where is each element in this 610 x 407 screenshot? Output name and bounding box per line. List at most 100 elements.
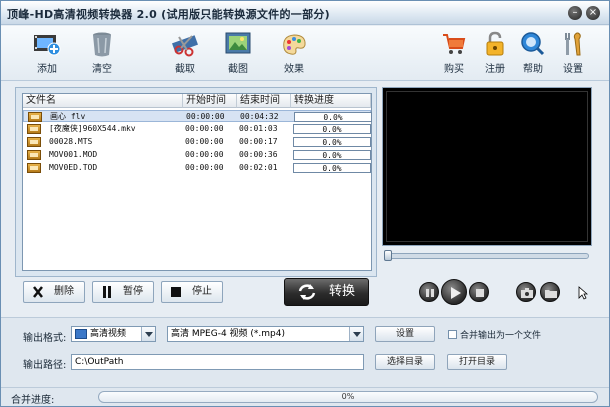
trash-can-icon: [93, 32, 111, 57]
picture-frame-icon: [225, 32, 251, 54]
snapshot-button[interactable]: [516, 282, 536, 302]
add-label: 添加: [37, 64, 57, 75]
format-settings-button[interactable]: 设置: [375, 326, 435, 342]
output-category-select[interactable]: 高清视频: [71, 326, 156, 342]
buy-button[interactable]: 购买: [432, 30, 476, 78]
row-filename: [夜魔侠]960X544.mkv: [49, 124, 136, 133]
merge-progress-label: 合并进度:: [11, 395, 55, 406]
output-path-field[interactable]: C:\OutPath: [71, 354, 364, 370]
row-progress: 0.0%: [293, 163, 371, 173]
table-row[interactable]: MOV001.MOD 00:00:00 00:00:36 0.0%: [23, 149, 371, 161]
row-end-time: 00:04:32: [240, 112, 279, 121]
output-format-select[interactable]: 高清 MPEG-4 视频 (*.mp4): [167, 326, 364, 342]
output-format-value: 高清 MPEG-4 视频 (*.mp4): [171, 329, 285, 339]
output-category-value: 高清视频: [90, 329, 127, 339]
toolbar: 添加 清空 截取 截图 效果 购买 注册 帮助 设置: [1, 26, 609, 81]
row-start-time: 00:00:00: [186, 112, 225, 121]
output-format-label: 输出格式:: [23, 333, 67, 344]
refresh-arrows-icon: [298, 284, 316, 300]
row-start-time: 00:00:00: [185, 150, 224, 159]
row-progress: 0.0%: [294, 112, 372, 122]
clip-label: 截取: [175, 64, 195, 75]
column-end-time[interactable]: 结束时间: [237, 94, 291, 108]
delete-x-icon: [33, 286, 43, 298]
file-list[interactable]: 文件名 开始时间 结束时间 转换进度 画心 flv 00:00:00 00:04…: [22, 93, 372, 271]
table-row[interactable]: [夜魔侠]960X544.mkv 00:00:00 00:01:03 0.0%: [23, 123, 371, 135]
window-title: 顶峰-HD高清视频转换器 2.0 (试用版只能转换源文件的一部分): [7, 8, 331, 21]
app-window: 顶峰-HD高清视频转换器 2.0 (试用版只能转换源文件的一部分) – × 添加…: [0, 0, 610, 407]
preview-screen: [386, 91, 588, 242]
video-file-icon: [27, 124, 41, 134]
minimize-button[interactable]: –: [568, 6, 582, 20]
row-filename: 00028.MTS: [49, 137, 93, 146]
column-start-time[interactable]: 开始时间: [183, 94, 237, 108]
scissors-film-icon: [172, 35, 198, 57]
choose-directory-button[interactable]: 选择目录: [375, 354, 435, 370]
player-pause-button[interactable]: [419, 282, 439, 302]
folder-icon: [545, 290, 557, 298]
pause-button[interactable]: 暂停: [92, 281, 154, 303]
stop-icon: [476, 289, 484, 297]
convert-button[interactable]: 转换: [284, 278, 369, 306]
status-bar: 合并进度: 0%: [1, 387, 609, 406]
video-file-icon: [27, 163, 41, 173]
row-progress: 0.0%: [293, 137, 371, 147]
effects-button[interactable]: 效果: [272, 30, 316, 78]
row-progress: 0.0%: [293, 150, 371, 160]
row-filename: 画心 flv: [50, 112, 86, 121]
video-file-icon: [27, 150, 41, 160]
close-button[interactable]: ×: [586, 6, 600, 20]
clip-button[interactable]: 截取: [163, 30, 207, 78]
clear-button[interactable]: 清空: [80, 30, 124, 78]
effects-palette-icon: [283, 34, 306, 55]
pause-icon: [426, 289, 434, 297]
merge-progress-bar: 0%: [98, 391, 598, 403]
table-row[interactable]: MOV0ED.TOD 00:00:00 00:02:01 0.0%: [23, 162, 371, 174]
row-end-time: 00:02:01: [239, 163, 278, 172]
camera-icon: [521, 288, 533, 298]
table-row[interactable]: 画心 flv 00:00:00 00:04:32 0.0%: [23, 110, 372, 122]
delete-label: 删除: [54, 286, 74, 297]
row-filename: MOV001.MOD: [49, 150, 98, 159]
buy-label: 购买: [444, 64, 464, 75]
stop-label: 停止: [192, 286, 212, 297]
row-end-time: 00:00:17: [239, 137, 278, 146]
video-file-icon: [27, 137, 41, 147]
shopping-cart-icon: [443, 34, 466, 54]
column-progress[interactable]: 转换进度: [291, 94, 371, 108]
settings-button[interactable]: 设置: [551, 30, 595, 78]
row-end-time: 00:01:03: [239, 124, 278, 133]
column-filename[interactable]: 文件名: [23, 94, 183, 108]
file-list-panel: 文件名 开始时间 结束时间 转换进度 画心 flv 00:00:00 00:04…: [15, 87, 377, 277]
open-directory-button[interactable]: 打开目录: [447, 354, 507, 370]
mouse-cursor-icon: [578, 286, 588, 300]
pause-label: 暂停: [123, 286, 143, 297]
row-start-time: 00:00:00: [185, 137, 224, 146]
pause-icon: [103, 286, 111, 298]
row-start-time: 00:00:00: [185, 124, 224, 133]
screenshot-button[interactable]: 截图: [216, 30, 260, 78]
help-label: 帮助: [523, 64, 543, 75]
play-icon: [451, 287, 461, 299]
wrench-screwdriver-icon: [565, 32, 581, 56]
player-stop-button[interactable]: [469, 282, 489, 302]
help-search-icon: [521, 32, 545, 56]
stop-button[interactable]: 停止: [161, 281, 223, 303]
video-preview: [382, 87, 592, 246]
merge-output-checkbox[interactable]: [448, 330, 457, 339]
convert-label: 转换: [329, 284, 356, 299]
delete-button[interactable]: 删除: [23, 281, 85, 303]
table-row[interactable]: 00028.MTS 00:00:00 00:00:17 0.0%: [23, 136, 371, 148]
settings-label: 设置: [563, 64, 583, 75]
player-play-button[interactable]: [441, 279, 467, 305]
help-button[interactable]: 帮助: [511, 30, 555, 78]
effects-label: 效果: [284, 64, 304, 75]
row-progress: 0.0%: [293, 124, 371, 134]
open-snapshot-folder-button[interactable]: [540, 282, 560, 302]
seek-bar[interactable]: [384, 253, 589, 259]
screenshot-label: 截图: [228, 64, 248, 75]
seek-handle[interactable]: [384, 250, 392, 261]
output-path-label: 输出路径:: [23, 360, 67, 371]
film-add-icon: [34, 35, 61, 56]
add-button[interactable]: 添加: [25, 30, 69, 78]
